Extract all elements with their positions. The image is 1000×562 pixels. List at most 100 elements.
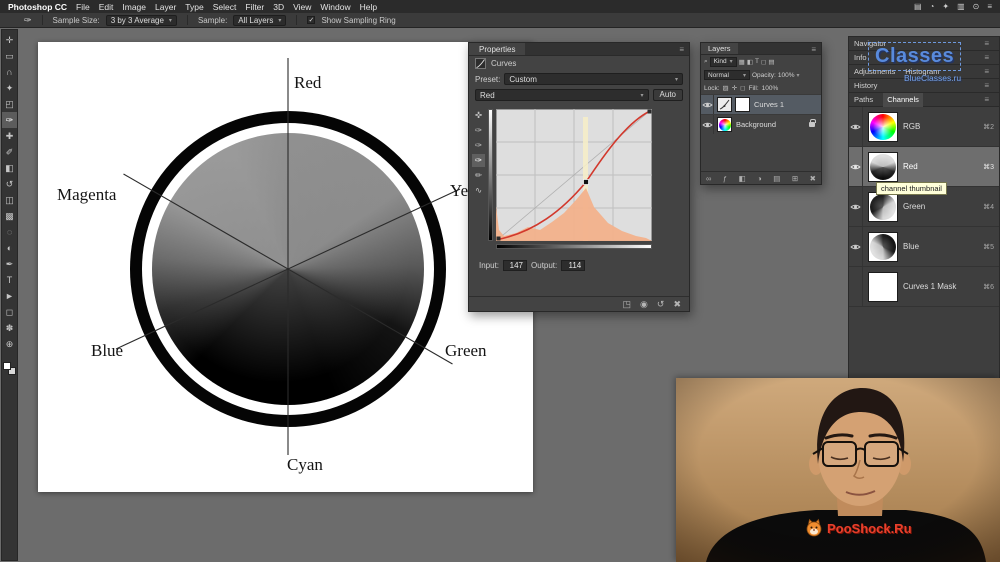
search-icon[interactable]: ⊙ — [973, 2, 980, 11]
status-icon-2[interactable]: ◔ — [930, 2, 935, 11]
opacity-value[interactable]: 100% — [778, 72, 795, 79]
menu-edit[interactable]: Edit — [99, 2, 114, 12]
channel-name[interactable]: Red — [903, 162, 983, 171]
panel-menu-icon[interactable]: ≡ — [806, 43, 821, 54]
filter-smart-icon[interactable]: ▤ — [768, 58, 774, 66]
layer-style-icon[interactable]: ƒ — [723, 174, 727, 183]
output-value-field[interactable]: 114 — [561, 260, 585, 271]
tool-healing-brush[interactable]: ✚ — [2, 128, 17, 144]
tab-properties[interactable]: Properties — [469, 43, 525, 55]
eye-icon[interactable] — [850, 203, 861, 211]
notification-center-icon[interactable]: ≡ — [987, 2, 992, 11]
smooth-curve-icon[interactable]: ∿ — [472, 184, 485, 197]
tool-quick-selection[interactable]: ✦ — [2, 80, 17, 96]
menu-filter[interactable]: Filter — [245, 2, 264, 12]
tab-channels[interactable]: Channels — [883, 93, 923, 107]
filter-pixel-icon[interactable]: ▦ — [739, 58, 745, 66]
tool-type[interactable]: T — [2, 272, 17, 288]
new-layer-icon[interactable]: ⊞ — [792, 174, 798, 183]
menu-3d[interactable]: 3D — [273, 2, 284, 12]
status-icon-3[interactable]: ✦ — [942, 2, 949, 11]
layer-name[interactable]: Background — [736, 120, 776, 129]
layer-mask-thumbnail[interactable] — [735, 97, 750, 112]
channel-row-mask[interactable]: Curves 1 Mask ⌘6 — [849, 267, 999, 307]
menu-view[interactable]: View — [293, 2, 311, 12]
input-value-field[interactable]: 147 — [503, 260, 527, 271]
status-icon-4[interactable]: ▥ — [957, 2, 965, 11]
curve-plot[interactable] — [496, 109, 652, 241]
tab-histogram[interactable]: Histogram — [905, 67, 939, 76]
curve-endpoint-highlight[interactable] — [648, 110, 652, 114]
blend-mode-select[interactable]: Normal ▾ — [704, 70, 750, 80]
document-canvas[interactable]: Red Magenta Yellow Blue Green Cyan — [38, 42, 533, 492]
status-icon-1[interactable]: ▤ — [914, 2, 922, 11]
tab-history[interactable]: History — [854, 81, 877, 90]
tool-path-selection[interactable]: ► — [2, 288, 17, 304]
tool-pen[interactable]: ✒ — [2, 256, 17, 272]
panel-menu-icon[interactable]: ≡ — [979, 79, 994, 92]
eye-icon[interactable] — [850, 163, 861, 171]
targeted-adjustment-icon[interactable]: ✜ — [472, 109, 485, 122]
tool-eyedropper[interactable]: ✑ — [2, 112, 17, 128]
delete-layer-icon[interactable]: ✖ — [810, 174, 816, 183]
lock-pixels-icon[interactable]: ◻ — [740, 84, 745, 92]
pencil-icon[interactable]: ✏ — [472, 169, 485, 182]
sample-size-select[interactable]: 3 by 3 Average ▾ — [106, 15, 177, 26]
tool-brush[interactable]: ✐ — [2, 144, 17, 160]
lock-transparency-icon[interactable]: ▨ — [723, 84, 729, 92]
curve-endpoint-shadow[interactable] — [497, 237, 501, 241]
channel-select[interactable]: Red ▾ — [475, 89, 649, 101]
black-point-eyedropper-icon[interactable]: ✑ — [472, 154, 485, 167]
filter-adjustment-icon[interactable]: ◧ — [747, 58, 753, 66]
eye-icon[interactable] — [702, 121, 713, 129]
panel-menu-icon[interactable]: ≡ — [979, 37, 994, 50]
delete-adjustment-icon[interactable]: ✖ — [673, 299, 681, 310]
tool-shape[interactable]: ◻ — [2, 304, 17, 320]
color-swatches[interactable] — [3, 362, 16, 375]
gray-point-eyedropper-icon[interactable]: ✑ — [472, 139, 485, 152]
tool-marquee[interactable]: ▭ — [2, 48, 17, 64]
background-thumbnail[interactable] — [717, 117, 732, 132]
layer-row-curves[interactable]: Curves 1 — [701, 94, 821, 114]
curve-selected-point[interactable] — [584, 180, 589, 185]
eye-icon[interactable] — [702, 101, 713, 109]
new-group-icon[interactable]: ▤ — [773, 174, 780, 183]
panel-menu-icon[interactable]: ≡ — [979, 93, 994, 106]
visibility-cell[interactable] — [849, 187, 863, 226]
tool-move[interactable]: ✛ — [2, 32, 17, 48]
visibility-cell[interactable] — [849, 227, 863, 266]
channel-name[interactable]: Curves 1 Mask — [903, 282, 983, 291]
adjustment-thumbnail[interactable] — [717, 97, 732, 112]
panel-menu-icon[interactable]: ≡ — [979, 51, 994, 64]
channel-row-blue[interactable]: Blue ⌘5 — [849, 227, 999, 267]
tool-hand[interactable]: ✽ — [2, 320, 17, 336]
menu-help[interactable]: Help — [360, 2, 377, 12]
tool-dodge[interactable]: ◐ — [2, 240, 17, 256]
eye-icon[interactable] — [850, 123, 861, 131]
menu-type[interactable]: Type — [185, 2, 203, 12]
fill-value[interactable]: 100% — [762, 85, 779, 92]
channel-name[interactable]: RGB — [903, 122, 983, 131]
channel-name[interactable]: Green — [903, 202, 983, 211]
tool-lasso[interactable]: ∩ — [2, 64, 17, 80]
tab-paths[interactable]: Paths — [854, 95, 873, 104]
channel-row-red[interactable]: Red ⌘3 — [849, 147, 999, 187]
visibility-cell[interactable] — [701, 95, 714, 114]
panel-menu-icon[interactable]: ≡ — [979, 65, 994, 78]
layer-row-background[interactable]: Background — [701, 114, 821, 134]
lock-position-icon[interactable]: ✛ — [732, 84, 737, 92]
tab-layers[interactable]: Layers — [701, 43, 738, 54]
menu-file[interactable]: File — [76, 2, 90, 12]
tool-history-brush[interactable]: ↺ — [2, 176, 17, 192]
auto-button[interactable]: Auto — [653, 89, 683, 101]
menu-select[interactable]: Select — [213, 2, 237, 12]
preset-select[interactable]: Custom ▾ — [504, 73, 683, 85]
new-adjustment-icon[interactable]: ◑ — [757, 174, 762, 183]
reset-icon[interactable]: ↺ — [657, 299, 665, 310]
tool-zoom[interactable]: ⊕ — [2, 336, 17, 352]
tab-adjustments[interactable]: Adjustments — [854, 67, 895, 76]
tab-info[interactable]: Info — [854, 53, 867, 62]
link-layers-icon[interactable]: ∞ — [706, 174, 711, 183]
layer-name[interactable]: Curves 1 — [754, 100, 784, 109]
clip-to-layer-icon[interactable]: ◳ — [623, 299, 632, 310]
